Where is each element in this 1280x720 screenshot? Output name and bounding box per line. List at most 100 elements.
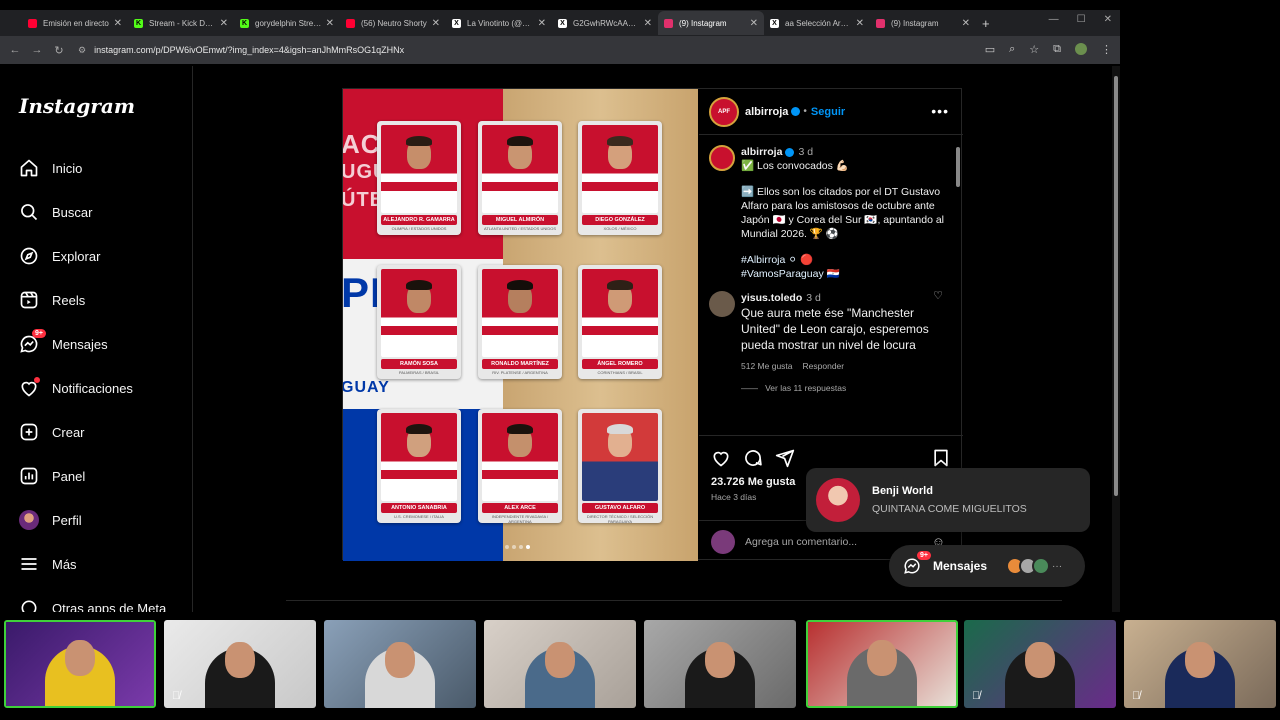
sidebar-item-panel[interactable]: Panel [18, 464, 85, 488]
site-info-icon[interactable]: ⚙ [78, 45, 86, 56]
sidebar-item-perfil[interactable]: Perfil [18, 508, 82, 532]
player-photo [482, 269, 558, 357]
browser-tab[interactable]: K Stream - Kick Dashb ✕ [128, 11, 234, 35]
sidebar-item-buscar[interactable]: Buscar [18, 200, 92, 224]
author-avatar[interactable]: APF [709, 96, 739, 127]
sidebar-item-label: Más [52, 556, 77, 572]
reply-button[interactable]: Responder [803, 361, 845, 371]
caption: albirroja 3 d ✅ Los convocados 💪🏻 ➡️ Ello… [709, 145, 945, 281]
likes-count[interactable]: 23.726 Me gusta [711, 476, 795, 488]
tab-close-icon[interactable]: ✕ [538, 18, 546, 29]
view-replies-button[interactable]: —— Ver las 11 respuestas [741, 383, 945, 393]
tab-favicon-icon: K [134, 18, 143, 28]
instagram-logo[interactable]: Instagram [19, 94, 135, 118]
muted-mic-icon: 🎙̸ [972, 690, 981, 702]
player-photo [381, 125, 457, 213]
tab-close-icon[interactable]: ✕ [220, 18, 228, 29]
bookmark-star-icon[interactable]: ☆ [1029, 43, 1039, 56]
participant-camera-tile[interactable] [324, 620, 476, 708]
tab-close-icon[interactable]: ✕ [432, 18, 440, 29]
player-photo [582, 269, 658, 357]
sidebar-item-notificaciones[interactable]: Notificaciones [18, 376, 133, 400]
browser-tab[interactable]: Xaa Selección Argen ✕ [764, 11, 870, 35]
participant-face [385, 642, 415, 678]
comment-like-icon[interactable]: ♡ [933, 289, 943, 302]
post-image[interactable]: ACI UGUA ÚTBO PF GUAY ALEJANDRO R. GAMAR… [343, 89, 698, 561]
sidebar-item-label: Mensajes [52, 336, 108, 352]
message-notification[interactable]: Benji World QUINTANA COME MIGUELITOS [806, 468, 1090, 532]
browser-tab[interactable]: Emisión en directo ✕ [22, 11, 128, 35]
browser-tab[interactable]: X La Vinotinto (@Sele ✕ [446, 11, 552, 35]
browser-tab[interactable]: X G2GwhRWcAAoCq ✕ [552, 11, 658, 35]
caption-line-1: ✅ Los convocados 💪🏻 [741, 160, 849, 172]
reload-icon[interactable]: ↻ [48, 44, 70, 57]
profile-icon[interactable] [1075, 43, 1087, 55]
tab-close-icon[interactable]: ✕ [114, 18, 122, 29]
tab-favicon-icon: X [770, 18, 779, 28]
image-text-5: GUAY [343, 379, 390, 396]
comments-scrollbar[interactable] [955, 137, 961, 433]
extensions-icon[interactable]: ⧉ [1053, 43, 1061, 56]
sidebar-item-mensajes[interactable]: 9+ Mensajes [18, 329, 108, 356]
comment-likes[interactable]: 512 Me gusta [741, 361, 793, 371]
browser-tab[interactable]: (9) Instagram ✕ [870, 11, 976, 35]
tab-close-icon[interactable]: ✕ [326, 18, 334, 29]
forward-icon[interactable]: → [26, 44, 48, 56]
more-options-icon[interactable]: ••• [931, 103, 949, 119]
comment-username[interactable]: yisus.toledo [741, 292, 802, 304]
participant-camera-tile[interactable] [484, 620, 636, 708]
browser-tab[interactable]: (56) Neutro Shorty ✕ [340, 11, 446, 35]
tab-close-icon[interactable]: ✕ [750, 18, 758, 29]
minimize-icon[interactable]: — [1049, 14, 1059, 25]
sidebar-item-explorar[interactable]: Explorar [18, 244, 100, 268]
sidebar-badge: 9+ [32, 329, 46, 338]
tab-close-icon[interactable]: ✕ [644, 18, 652, 29]
sidebar-item-más[interactable]: Más [18, 552, 77, 576]
caption-avatar[interactable] [709, 145, 735, 171]
player-name: MIGUEL ALMIRÓN [482, 215, 558, 225]
new-tab-button[interactable]: + [982, 16, 990, 31]
like-icon[interactable] [711, 448, 731, 473]
sidebar-item-crear[interactable]: Crear [18, 420, 85, 444]
zoom-icon[interactable]: ⌕ [1009, 43, 1015, 56]
page-scroll-thumb[interactable] [1114, 76, 1118, 496]
comments-scroll-thumb[interactable] [956, 147, 960, 187]
heart-icon [18, 377, 40, 399]
follow-button[interactable]: Seguir [811, 106, 845, 118]
hashtag-vamosparaguay[interactable]: #VamosParaguay 🇵🇾 [741, 267, 945, 281]
comment-input[interactable]: Agrega un comentario... [745, 536, 857, 548]
close-window-icon[interactable]: ✕ [1104, 14, 1112, 25]
participant-camera-tile[interactable] [806, 620, 958, 708]
kebab-menu-icon[interactable]: ⋮ [1101, 43, 1112, 56]
post-header: APF albirroja • Seguir ••• [699, 89, 963, 135]
participant-camera-tile[interactable]: 🎙̸ [164, 620, 316, 708]
page-scrollbar[interactable] [1112, 66, 1120, 612]
sidebar-item-label: Explorar [52, 248, 101, 264]
comment-icon[interactable] [743, 448, 763, 473]
sidebar-item-otras-apps-de-meta[interactable]: Otras apps de Meta [18, 596, 166, 612]
hashtag-albirroja[interactable]: #Albirroja ⚪ 🔴 [741, 253, 945, 267]
sidebar-item-reels[interactable]: Reels [18, 288, 85, 312]
tab-close-icon[interactable]: ✕ [962, 18, 970, 29]
player-photo [381, 269, 457, 357]
cast-icon[interactable]: ▭ [985, 43, 995, 56]
sidebar-item-inicio[interactable]: Inicio [18, 156, 82, 180]
maximize-icon[interactable]: ☐ [1077, 14, 1086, 25]
tab-close-icon[interactable]: ✕ [856, 18, 864, 29]
author-username[interactable]: albirroja [745, 106, 788, 118]
browser-tab[interactable]: (9) Instagram ✕ [658, 11, 764, 35]
back-icon[interactable]: ← [4, 44, 26, 56]
participant-camera-tile[interactable]: 🎙̸ [1124, 620, 1276, 708]
share-icon[interactable] [775, 448, 795, 473]
browser-tab[interactable]: Kgorydelphin Stream ✕ [234, 11, 340, 35]
participant-camera-tile[interactable] [4, 620, 156, 708]
participant-camera-tile[interactable] [644, 620, 796, 708]
notification-avatar [816, 478, 860, 522]
caption-username[interactable]: albirroja [741, 146, 782, 158]
chat-avatar [1032, 557, 1051, 575]
sidebar-item-label: Panel [52, 468, 86, 484]
commenter-avatar[interactable] [709, 291, 735, 317]
participant-camera-tile[interactable]: 🎙̸ [964, 620, 1116, 708]
address-bar[interactable]: ⚙ instagram.com/p/DPW6ivOEmwt/?img_index… [78, 45, 404, 56]
messages-button[interactable]: 9+ Mensajes ··· [889, 545, 1085, 587]
